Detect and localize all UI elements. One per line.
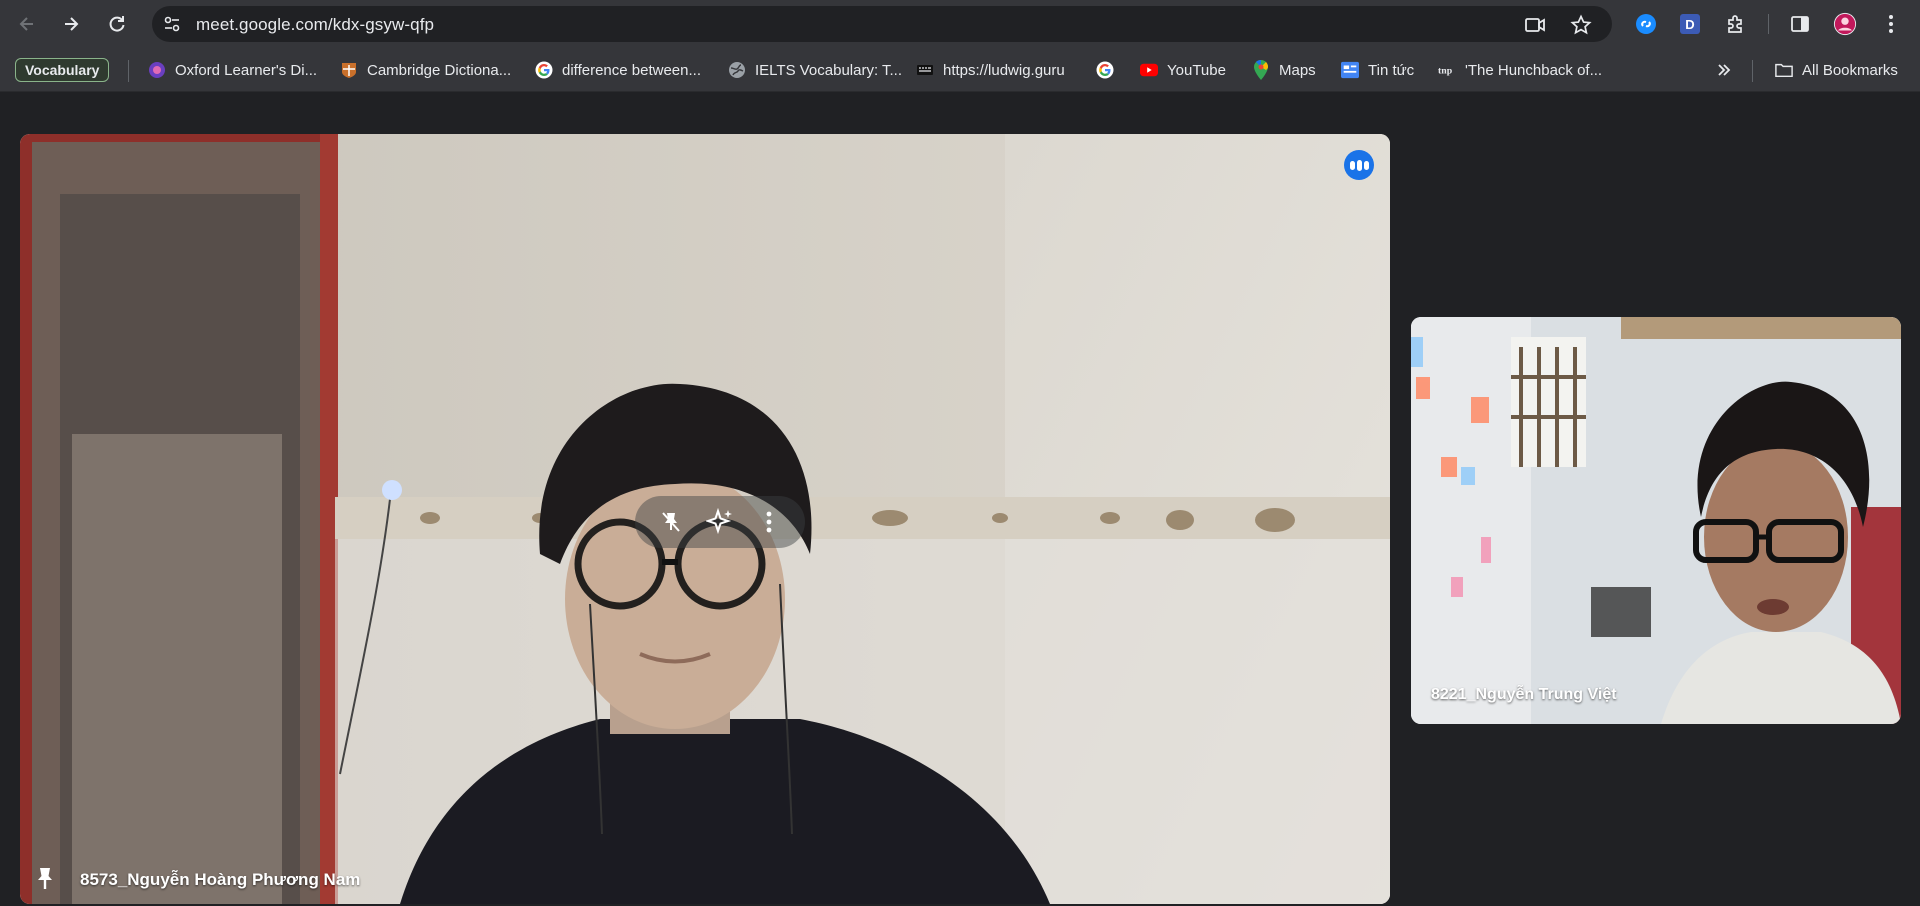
- bookmark-google[interactable]: [1096, 58, 1123, 82]
- double-chevron-right-icon: [1718, 64, 1731, 76]
- bookmarks-overflow-chevron[interactable]: [1716, 58, 1732, 82]
- address-bar[interactable]: meet.google.com/kdx-gsyw-qfp: [152, 6, 1612, 42]
- profile-avatar[interactable]: [1833, 12, 1857, 36]
- side-video-tile[interactable]: 8221_Nguyễn Trung Việt: [1411, 317, 1901, 724]
- bookmark-oxford[interactable]: Oxford Learner's Di...: [148, 58, 317, 82]
- shazam-extension-icon[interactable]: [1634, 12, 1658, 36]
- news-icon: [1341, 61, 1359, 79]
- video-feed: [1411, 317, 1901, 724]
- globe-icon: [728, 61, 746, 79]
- reload-button[interactable]: [102, 9, 132, 39]
- reload-icon: [109, 16, 125, 32]
- extensions-puzzle-icon[interactable]: [1724, 12, 1748, 36]
- forward-button[interactable]: [56, 9, 86, 39]
- main-participant-name: 8573_Nguyễn Hoàng Phương Nam: [80, 870, 361, 889]
- bookmark-folder-vocabulary[interactable]: Vocabulary: [15, 58, 110, 82]
- tile-more-options-button[interactable]: [752, 505, 786, 539]
- side-participant-name: 8221_Nguyễn Trung Việt: [1431, 686, 1617, 703]
- bookmarks-divider: [128, 60, 129, 82]
- tile-hover-controls: [635, 496, 805, 548]
- more-vert-icon: [766, 511, 772, 533]
- forward-arrow-icon: [65, 17, 79, 31]
- dictionary-extension-icon[interactable]: D: [1678, 12, 1702, 36]
- url-text[interactable]: meet.google.com/kdx-gsyw-qfp: [196, 15, 434, 35]
- bookmark-hunchback[interactable]: tnp 'The Hunchback of...: [1438, 58, 1602, 82]
- bookmarks-divider: [1752, 60, 1753, 82]
- camera-in-use-icon[interactable]: [1524, 14, 1546, 36]
- svg-text:tnp: tnp: [1438, 65, 1453, 76]
- side-panel-icon[interactable]: [1788, 12, 1812, 36]
- site-info-icon[interactable]: [162, 14, 182, 34]
- bookmark-ludwig[interactable]: https://ludwig.guru: [916, 58, 1065, 82]
- bookmark-difference-between[interactable]: difference between...: [535, 58, 701, 82]
- bookmark-star-icon[interactable]: [1570, 14, 1592, 36]
- chrome-menu-icon[interactable]: [1879, 12, 1903, 36]
- oxford-icon: [148, 61, 166, 79]
- folder-icon: [1775, 61, 1793, 79]
- visual-effects-button[interactable]: [703, 505, 737, 539]
- cambridge-icon: [340, 61, 358, 79]
- all-bookmarks-button[interactable]: All Bookmarks: [1775, 58, 1898, 82]
- unpin-button[interactable]: [654, 505, 688, 539]
- main-video-tile[interactable]: 8573_Nguyễn Hoàng Phương Nam: [20, 134, 1390, 904]
- back-arrow-icon: [19, 17, 33, 31]
- bookmark-youtube[interactable]: YouTube: [1140, 58, 1226, 82]
- bookmark-tin-tuc[interactable]: Tin tức: [1341, 58, 1414, 82]
- unpin-icon: [662, 512, 681, 532]
- bookmark-cambridge[interactable]: Cambridge Dictiona...: [340, 58, 511, 82]
- ludwig-icon: [916, 61, 934, 79]
- google-icon: [1096, 61, 1114, 79]
- sparkle-icon: [705, 508, 732, 535]
- toolbar-divider: [1768, 14, 1769, 34]
- speaking-indicator: [1344, 150, 1374, 180]
- bookmark-maps[interactable]: Maps: [1252, 58, 1316, 82]
- back-button[interactable]: [12, 9, 42, 39]
- google-icon: [535, 61, 553, 79]
- youtube-icon: [1140, 61, 1158, 79]
- tnp-icon: tnp: [1438, 61, 1456, 79]
- browser-toolbar: meet.google.com/kdx-gsyw-qfp D: [0, 0, 1920, 48]
- bookmark-ielts-vocabulary[interactable]: IELTS Vocabulary: T...: [728, 58, 902, 82]
- pin-icon: [38, 868, 52, 889]
- maps-icon: [1252, 60, 1270, 80]
